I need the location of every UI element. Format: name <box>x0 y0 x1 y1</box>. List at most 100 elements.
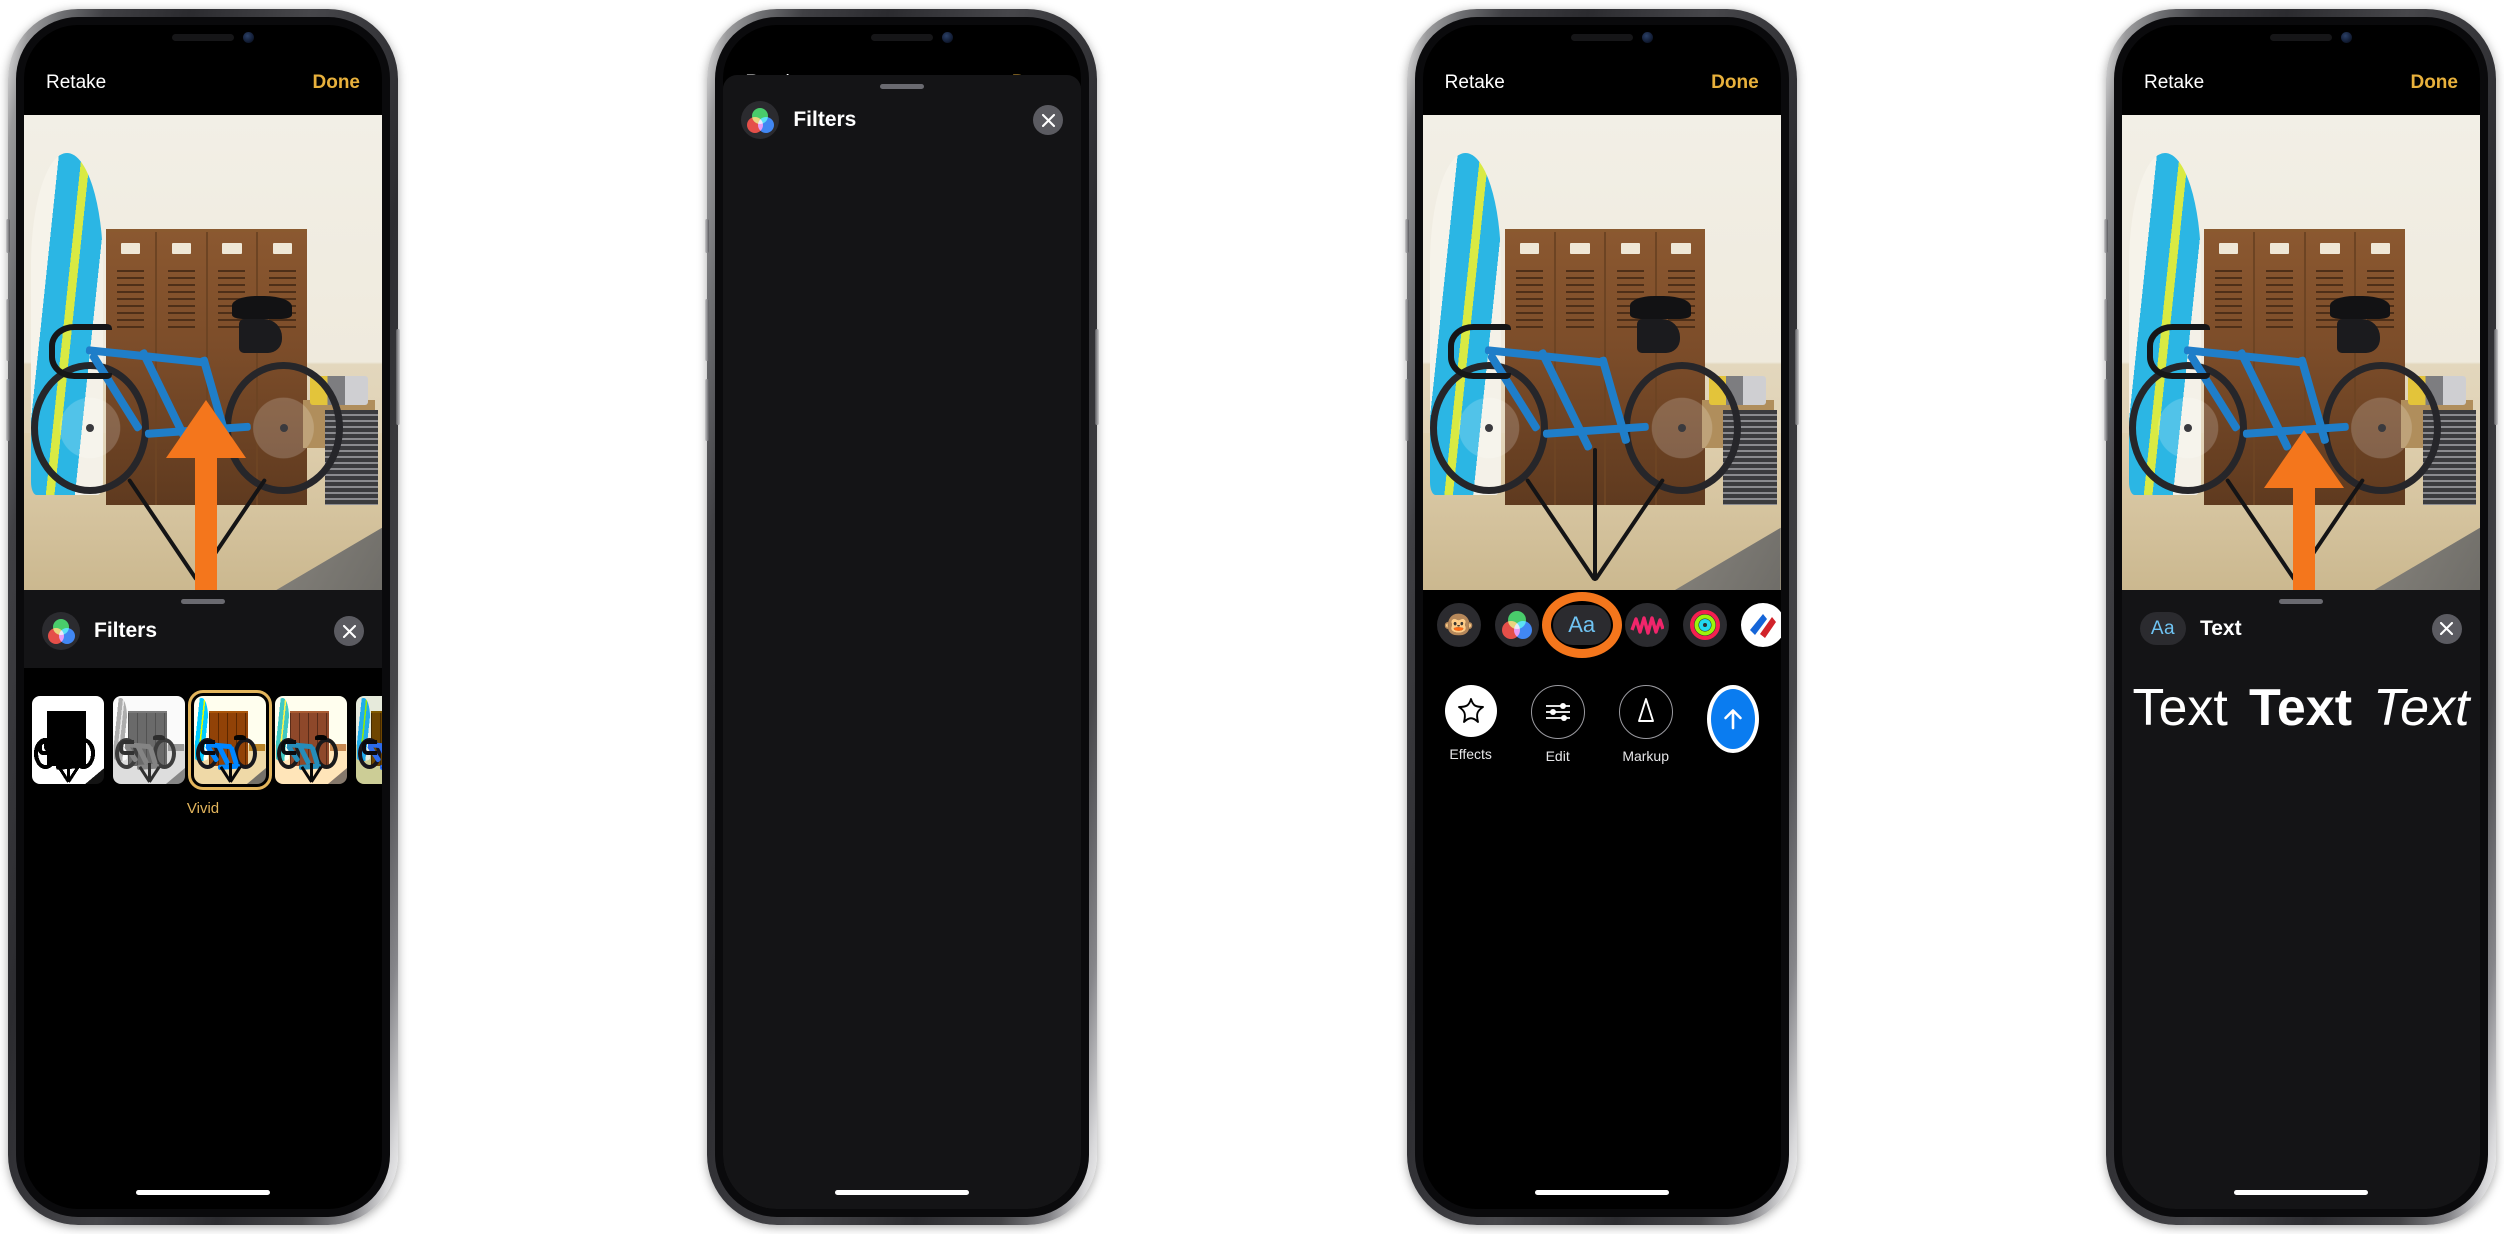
retake-button[interactable]: Retake <box>46 72 106 94</box>
phone-4-text-sheet: Retake Done Aa Text Text Text Text <box>2103 9 2498 1225</box>
stickers-icon[interactable] <box>1740 603 1781 647</box>
filters-sheet: Filters <box>723 75 1082 1209</box>
home-indicator[interactable] <box>2233 1190 2368 1195</box>
side-button[interactable] <box>2493 329 2498 425</box>
orange-up-arrow-annotation <box>166 400 246 590</box>
volume-down-button[interactable] <box>2103 379 2108 441</box>
effects-options-row[interactable]: 🐵 Aa <box>1423 592 1781 658</box>
earpiece-speaker <box>2269 34 2332 41</box>
nav-bar: Retake Done <box>1423 51 1781 115</box>
send-arrow-up-icon[interactable] <box>1706 685 1759 753</box>
volume-down-button[interactable] <box>1404 379 1409 441</box>
earpiece-speaker <box>871 34 934 41</box>
sheet-title: Filters <box>94 619 158 642</box>
volume-down-button[interactable] <box>6 379 10 441</box>
phone-3-effects-tray: Retake Done 🐵 Aa Effects Edit Markup <box>1404 9 1799 1225</box>
close-icon[interactable] <box>334 616 364 646</box>
done-button[interactable]: Done <box>2410 72 2458 94</box>
phone-screen: Retake Done <box>2121 25 2480 1209</box>
bike-handlebars <box>2147 324 2211 379</box>
volume-up-button[interactable] <box>2103 299 2108 361</box>
sheet-title: Filters <box>793 108 857 131</box>
memoji-icon[interactable]: 🐵 <box>1436 603 1481 647</box>
filmstrip-thumb[interactable] <box>113 696 185 784</box>
done-button[interactable]: Done <box>1711 72 1759 94</box>
phone-screen: Retake Done <box>24 25 382 1209</box>
filmstrip-thumb[interactable] <box>275 696 347 784</box>
orange-up-arrow-annotation <box>2263 430 2344 590</box>
photo-preview[interactable] <box>24 115 382 590</box>
volume-down-button[interactable] <box>705 379 710 441</box>
bike-saddle <box>1630 295 1692 320</box>
tool-label: Edit <box>1545 748 1570 764</box>
nav-bar: Retake Done <box>2122 51 2480 115</box>
edit-tool[interactable]: Edit <box>1530 685 1585 764</box>
markup-pen-icon <box>1618 685 1673 739</box>
front-camera-icon <box>1641 32 1653 43</box>
volume-up-button[interactable] <box>705 299 710 361</box>
bike-handlebars <box>49 324 113 379</box>
saddle-bag <box>2336 319 2380 353</box>
markup-tool[interactable]: Markup <box>1618 685 1673 764</box>
volume-up-button[interactable] <box>6 299 10 361</box>
filmstrip-thumb[interactable] <box>356 696 382 784</box>
phone-screen: Retake Done Filters Origi <box>723 25 1082 1209</box>
sheet-grabber[interactable] <box>880 84 925 89</box>
adjust-sliders-icon <box>1530 685 1585 739</box>
screenshot-stage: Retake Done Filters Vivid Filters Retake… <box>0 0 2504 1234</box>
earpiece-speaker <box>172 34 234 41</box>
earpiece-speaker <box>1570 34 1633 41</box>
side-button[interactable] <box>396 329 400 425</box>
retake-button[interactable]: Retake <box>2144 72 2204 94</box>
sheet-grabber[interactable] <box>181 599 225 604</box>
nav-bar: Retake Done <box>24 51 382 115</box>
text-aa-icon: Aa <box>2139 612 2186 645</box>
mute-switch[interactable] <box>2103 219 2108 253</box>
volume-up-button[interactable] <box>1404 299 1409 361</box>
home-indicator[interactable] <box>1534 1190 1669 1195</box>
bike-stand <box>1525 447 1666 582</box>
text-style-bold[interactable]: Text <box>2249 682 2352 734</box>
tool-label: Markup <box>1622 748 1669 764</box>
sheet-grabber[interactable] <box>2278 599 2323 604</box>
mute-switch[interactable] <box>1404 219 1409 253</box>
text-style-regular[interactable]: Text <box>2133 682 2228 734</box>
retake-button[interactable]: Retake <box>1445 72 1505 94</box>
effects-tool[interactable]: Effects <box>1444 685 1497 762</box>
saddle-bag <box>1637 319 1681 353</box>
phone-screen: Retake Done 🐵 Aa Effects Edit Markup <box>1422 25 1781 1209</box>
photo-preview[interactable] <box>1422 115 1781 590</box>
side-button[interactable] <box>1095 329 1100 425</box>
bike-saddle <box>2329 295 2391 320</box>
filters-venn-icon <box>42 612 80 650</box>
shapes-squiggle-icon[interactable] <box>1624 603 1669 647</box>
filters-sheet-header[interactable]: Filters <box>24 590 382 668</box>
home-indicator[interactable] <box>136 1190 270 1195</box>
selected-filter-label: Vivid <box>186 800 220 817</box>
photo-preview[interactable] <box>2121 115 2480 590</box>
filters-venn-icon[interactable] <box>1494 603 1539 647</box>
bottom-tool-row[interactable]: Effects Edit Markup <box>1423 685 1781 781</box>
filmstrip-thumb-selected[interactable] <box>188 690 272 790</box>
text-aa-icon[interactable]: Aa <box>1552 605 1611 645</box>
mute-switch[interactable] <box>705 219 710 253</box>
front-camera-icon <box>2340 32 2352 43</box>
side-button[interactable] <box>1794 329 1799 425</box>
activity-rings-icon[interactable] <box>1682 603 1727 647</box>
filmstrip-thumb[interactable] <box>32 696 104 784</box>
filter-filmstrip[interactable] <box>24 690 382 790</box>
home-indicator[interactable] <box>835 1190 970 1195</box>
mute-switch[interactable] <box>6 219 10 253</box>
text-aa-button-wrap: Aa <box>1541 592 1622 658</box>
phone-1-filters-collapsed: Retake Done Filters Vivid <box>6 9 400 1225</box>
bike-handlebars <box>1447 324 1511 379</box>
effects-star-icon <box>1444 685 1497 737</box>
text-style-samples[interactable]: Text Text Text <box>2122 673 2480 743</box>
sheet-title: Text <box>2199 616 2242 640</box>
done-button[interactable]: Done <box>313 72 361 94</box>
close-icon[interactable] <box>2431 613 2462 644</box>
text-style-italic[interactable]: Text <box>2373 682 2469 734</box>
phone-2-filters-grid: Retake Done Filters Origi <box>705 9 1100 1225</box>
front-camera-icon <box>243 32 254 43</box>
close-icon[interactable] <box>1033 105 1064 135</box>
